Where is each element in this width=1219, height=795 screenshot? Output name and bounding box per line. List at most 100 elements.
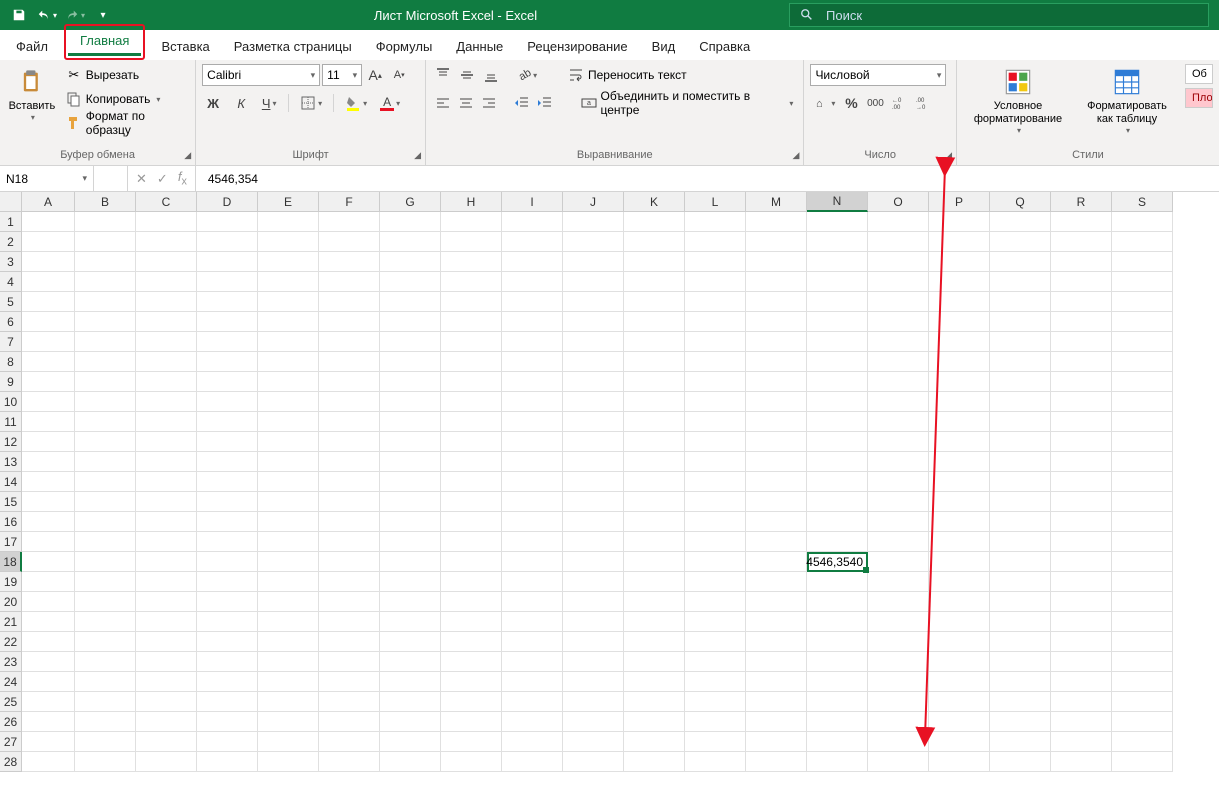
cell-O9[interactable]: [868, 372, 929, 392]
cell-R4[interactable]: [1051, 272, 1112, 292]
cell-H12[interactable]: [441, 432, 502, 452]
decrease-indent-button[interactable]: [511, 92, 532, 114]
cell-H2[interactable]: [441, 232, 502, 252]
fx-icon[interactable]: fx: [178, 169, 187, 188]
cell-J16[interactable]: [563, 512, 624, 532]
cell-C13[interactable]: [136, 452, 197, 472]
cell-A17[interactable]: [22, 532, 75, 552]
cell-D13[interactable]: [197, 452, 258, 472]
align-left-button[interactable]: [432, 92, 453, 114]
cell-I17[interactable]: [502, 532, 563, 552]
cell-Q21[interactable]: [990, 612, 1051, 632]
cell-G4[interactable]: [380, 272, 441, 292]
cell-P12[interactable]: [929, 432, 990, 452]
cell-E4[interactable]: [258, 272, 319, 292]
cell-N10[interactable]: [807, 392, 868, 412]
col-header-Q[interactable]: Q: [990, 192, 1051, 212]
cell-N7[interactable]: [807, 332, 868, 352]
launcher-icon[interactable]: ◢: [945, 150, 952, 161]
cell-B10[interactable]: [75, 392, 136, 412]
cell-R10[interactable]: [1051, 392, 1112, 412]
cell-O4[interactable]: [868, 272, 929, 292]
cell-H3[interactable]: [441, 252, 502, 272]
cell-P16[interactable]: [929, 512, 990, 532]
cell-K20[interactable]: [624, 592, 685, 612]
cell-H11[interactable]: [441, 412, 502, 432]
cell-S1[interactable]: [1112, 212, 1173, 232]
cell-G22[interactable]: [380, 632, 441, 652]
cell-I12[interactable]: [502, 432, 563, 452]
cell-K2[interactable]: [624, 232, 685, 252]
cell-D28[interactable]: [197, 752, 258, 772]
copy-button[interactable]: Копировать▾: [62, 88, 189, 110]
cell-N4[interactable]: [807, 272, 868, 292]
cell-P11[interactable]: [929, 412, 990, 432]
cell-Q12[interactable]: [990, 432, 1051, 452]
cell-E18[interactable]: [258, 552, 319, 572]
cell-G15[interactable]: [380, 492, 441, 512]
cell-M24[interactable]: [746, 672, 807, 692]
row-header-24[interactable]: 24: [0, 672, 22, 692]
col-header-L[interactable]: L: [685, 192, 746, 212]
cell-I22[interactable]: [502, 632, 563, 652]
cell-F15[interactable]: [319, 492, 380, 512]
cell-E5[interactable]: [258, 292, 319, 312]
cell-E2[interactable]: [258, 232, 319, 252]
undo-button[interactable]: ▾: [34, 2, 60, 28]
cell-S5[interactable]: [1112, 292, 1173, 312]
cell-I14[interactable]: [502, 472, 563, 492]
cell-O21[interactable]: [868, 612, 929, 632]
cell-N26[interactable]: [807, 712, 868, 732]
tab-insert[interactable]: Вставка: [149, 32, 221, 60]
cell-N28[interactable]: [807, 752, 868, 772]
cell-A3[interactable]: [22, 252, 75, 272]
cell-K26[interactable]: [624, 712, 685, 732]
cell-P1[interactable]: [929, 212, 990, 232]
percent-button[interactable]: %: [840, 92, 862, 114]
cell-M13[interactable]: [746, 452, 807, 472]
cell-B19[interactable]: [75, 572, 136, 592]
cell-S20[interactable]: [1112, 592, 1173, 612]
cell-I27[interactable]: [502, 732, 563, 752]
cell-S8[interactable]: [1112, 352, 1173, 372]
cell-R13[interactable]: [1051, 452, 1112, 472]
cell-R14[interactable]: [1051, 472, 1112, 492]
cell-C23[interactable]: [136, 652, 197, 672]
cell-O11[interactable]: [868, 412, 929, 432]
cell-E9[interactable]: [258, 372, 319, 392]
row-header-26[interactable]: 26: [0, 712, 22, 732]
cell-D8[interactable]: [197, 352, 258, 372]
row-header-22[interactable]: 22: [0, 632, 22, 652]
cell-H14[interactable]: [441, 472, 502, 492]
cell-S17[interactable]: [1112, 532, 1173, 552]
col-header-B[interactable]: B: [75, 192, 136, 212]
cell-C8[interactable]: [136, 352, 197, 372]
cell-G16[interactable]: [380, 512, 441, 532]
cell-R17[interactable]: [1051, 532, 1112, 552]
cell-K11[interactable]: [624, 412, 685, 432]
cell-Q22[interactable]: [990, 632, 1051, 652]
cell-M4[interactable]: [746, 272, 807, 292]
launcher-icon[interactable]: ◢: [793, 150, 800, 161]
cancel-icon[interactable]: ✕: [136, 171, 147, 187]
cell-P26[interactable]: [929, 712, 990, 732]
wrap-text-button[interactable]: Переносить текст: [564, 64, 691, 86]
col-header-P[interactable]: P: [929, 192, 990, 212]
cell-N15[interactable]: [807, 492, 868, 512]
cell-K18[interactable]: [624, 552, 685, 572]
cell-O1[interactable]: [868, 212, 929, 232]
row-header-12[interactable]: 12: [0, 432, 22, 452]
cell-A25[interactable]: [22, 692, 75, 712]
cell-K28[interactable]: [624, 752, 685, 772]
cell-M5[interactable]: [746, 292, 807, 312]
increase-decimal-button[interactable]: ←0.00: [888, 92, 910, 114]
cell-D4[interactable]: [197, 272, 258, 292]
cell-G23[interactable]: [380, 652, 441, 672]
cell-L19[interactable]: [685, 572, 746, 592]
cell-I13[interactable]: [502, 452, 563, 472]
cell-O28[interactable]: [868, 752, 929, 772]
cell-L1[interactable]: [685, 212, 746, 232]
tab-file[interactable]: Файл: [4, 32, 60, 60]
cell-style-normal[interactable]: Об: [1185, 64, 1213, 84]
cell-R21[interactable]: [1051, 612, 1112, 632]
